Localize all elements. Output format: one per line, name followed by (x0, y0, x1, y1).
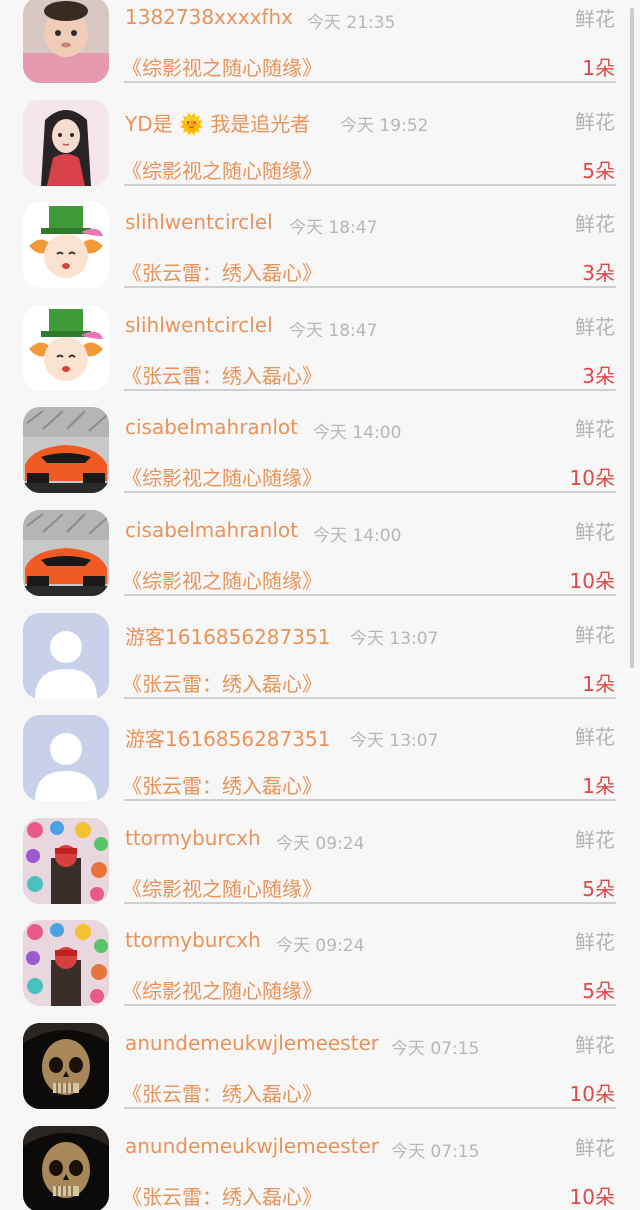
gift-type-label: 鲜花 (575, 725, 615, 750)
user-avatar[interactable] (23, 817, 109, 904)
user-avatar[interactable] (23, 0, 109, 83)
gift-type-label: 鲜花 (575, 212, 615, 237)
gift-record-list: 1382738xxxxfhx 今天 21:35 鲜花 《综影视之随心随缘》 1朵 YD是 … (0, 0, 640, 1210)
gift-type-label: 鲜花 (575, 314, 615, 339)
book-title-link[interactable]: 《综影视之随心随缘》 (122, 873, 322, 902)
timestamp: 今天 14:00 (313, 526, 402, 546)
row-divider (124, 594, 616, 596)
book-title-link[interactable]: 《综影视之随心随缘》 (122, 155, 322, 184)
gift-count: 1朵 (582, 671, 615, 696)
row-divider (124, 491, 616, 494)
gift-type-label: 鲜花 (575, 109, 615, 134)
username-link[interactable]: slihlwentcirclel (125, 210, 273, 234)
user-avatar[interactable] (23, 304, 109, 391)
user-avatar[interactable] (23, 99, 109, 186)
user-avatar[interactable] (23, 612, 109, 699)
gift-count: 5朵 (582, 979, 615, 1004)
gift-record-row[interactable]: anundemeukwjlemeester 今天 07:15 鲜花《张云雷：绣入磊心… (0, 1023, 640, 1129)
row-divider (124, 388, 616, 391)
timestamp: 今天 21:35 (307, 13, 396, 33)
username-link[interactable]: 游客1616856287351 (125, 723, 330, 752)
gift-count: 3朵 (582, 261, 615, 286)
gift-type-label: 鲜花 (575, 827, 615, 852)
gift-count: 1朵 (582, 774, 615, 799)
gift-record-row[interactable]: ttormyburcxh 今天 09:24 鲜花《综影视之随心随缘》 5朵 (0, 920, 640, 1026)
gift-count: 5朵 (582, 876, 615, 901)
gift-type-label: 鲜花 (575, 520, 615, 544)
row-divider (124, 696, 616, 699)
gift-type-label: 鲜花 (575, 622, 615, 647)
gift-count: 10朵 (569, 466, 615, 491)
gift-record-row[interactable]: 游客1616856287351 今天 13:07 鲜花《张云雷：绣入磊心》 1朵 (0, 715, 640, 821)
username-link[interactable]: ttormyburcxh (125, 826, 261, 850)
timestamp: 今天 13:07 (350, 731, 439, 752)
row-divider (124, 901, 616, 904)
username-link[interactable]: slihlwentcirclel (125, 313, 273, 337)
timestamp: 今天 14:00 (313, 423, 402, 444)
user-avatar[interactable] (23, 715, 109, 802)
gift-record-row[interactable]: slihlwentcirclel 今天 18:47 鲜花《张云雷：绣入磊心》 3朵 (0, 304, 640, 411)
gift-count: 10朵 (569, 1082, 615, 1106)
book-title-link[interactable]: 《张云雷：绣入磊心》 (122, 770, 322, 799)
timestamp: 今天 19:52 (340, 115, 429, 136)
gift-record-row[interactable]: YD是 🌞 我是追光者 今天 19:52 鲜花《综影视之随心随缘》 5朵 (0, 99, 640, 206)
gift-count: 10朵 (569, 1184, 615, 1209)
gift-record-row[interactable]: slihlwentcirclel 今天 18:47 鲜花《张云雷：绣入磊心》 3朵 (0, 202, 640, 308)
username-link[interactable]: 游客1616856287351 (125, 621, 330, 650)
username-link[interactable]: anundemeukwjlemeester (125, 1031, 379, 1055)
timestamp: 今天 18:47 (289, 218, 378, 239)
row-divider (124, 81, 616, 83)
row-divider (124, 183, 616, 186)
timestamp: 今天 07:15 (391, 1039, 480, 1059)
username-link[interactable]: anundemeukwjlemeester (125, 1134, 379, 1158)
book-title-link[interactable]: 《张云雷：绣入磊心》 (122, 257, 322, 286)
timestamp: 今天 09:24 (276, 833, 365, 854)
book-title-link[interactable]: 《综影视之随心随缘》 (122, 565, 322, 594)
book-title-link[interactable]: 《张云雷：绣入磊心》 (122, 668, 322, 697)
book-title-link[interactable]: 《张云雷：绣入磊心》 (122, 1181, 322, 1210)
username-link[interactable]: cisabelmahranlot (125, 518, 298, 542)
gift-type-label: 鲜花 (575, 417, 615, 442)
gift-count: 3朵 (582, 363, 615, 388)
timestamp: 今天 13:07 (350, 628, 439, 649)
gift-record-row[interactable]: ttormyburcxh 今天 09:24 鲜花《综影视之随心随缘》 5朵 (0, 817, 640, 924)
book-title-link[interactable]: 《综影视之随心随缘》 (122, 975, 322, 1004)
book-title-link[interactable]: 《张云雷：绣入磊心》 (122, 360, 322, 389)
timestamp: 今天 18:47 (289, 320, 378, 341)
user-avatar[interactable] (23, 920, 109, 1007)
gift-record-row[interactable]: cisabelmahranlot 今天 14:00 鲜花《综影视之随心随缘》 10朵 (0, 510, 640, 616)
username-link[interactable]: 1382738xxxxfhx (125, 5, 293, 29)
gift-type-label: 鲜花 (575, 7, 615, 31)
gift-type-label: 鲜花 (575, 1033, 615, 1057)
user-avatar[interactable] (23, 1125, 109, 1210)
timestamp: 今天 09:24 (276, 936, 365, 957)
gift-record-row[interactable]: 游客1616856287351 今天 13:07 鲜花《张云雷：绣入磊心》 1朵 (0, 612, 640, 719)
book-title-link[interactable]: 《综影视之随心随缘》 (122, 462, 322, 491)
book-title-link[interactable]: 《综影视之随心随缘》 (122, 52, 322, 81)
gift-count: 1朵 (582, 56, 615, 80)
gift-type-label: 鲜花 (575, 1135, 615, 1160)
gift-record-row[interactable]: 1382738xxxxfhx 今天 21:35 鲜花《综影视之随心随缘》 1朵 (0, 0, 640, 103)
gift-count: 5朵 (582, 158, 615, 183)
row-divider (124, 799, 616, 802)
timestamp: 今天 07:15 (391, 1141, 480, 1162)
username-link[interactable]: ttormyburcxh (125, 928, 261, 952)
gift-type-label: 鲜花 (575, 930, 615, 955)
gift-record-row[interactable]: anundemeukwjlemeester 今天 07:15 鲜花《张云雷：绣入磊心… (0, 1125, 640, 1210)
user-avatar[interactable] (23, 202, 109, 289)
user-avatar[interactable] (23, 407, 109, 494)
book-title-link[interactable]: 《张云雷：绣入磊心》 (122, 1078, 322, 1107)
gift-count: 10朵 (569, 569, 615, 593)
user-avatar[interactable] (23, 510, 109, 596)
gift-record-row[interactable]: cisabelmahranlot 今天 14:00 鲜花《综影视之随心随缘》 10朵 (0, 407, 640, 513)
row-divider (124, 1004, 616, 1007)
username-link[interactable]: YD是 🌞 我是追光者 (125, 108, 310, 137)
row-divider (124, 1107, 616, 1109)
user-avatar[interactable] (23, 1023, 109, 1109)
username-link[interactable]: cisabelmahranlot (125, 415, 298, 439)
row-divider (124, 286, 616, 289)
